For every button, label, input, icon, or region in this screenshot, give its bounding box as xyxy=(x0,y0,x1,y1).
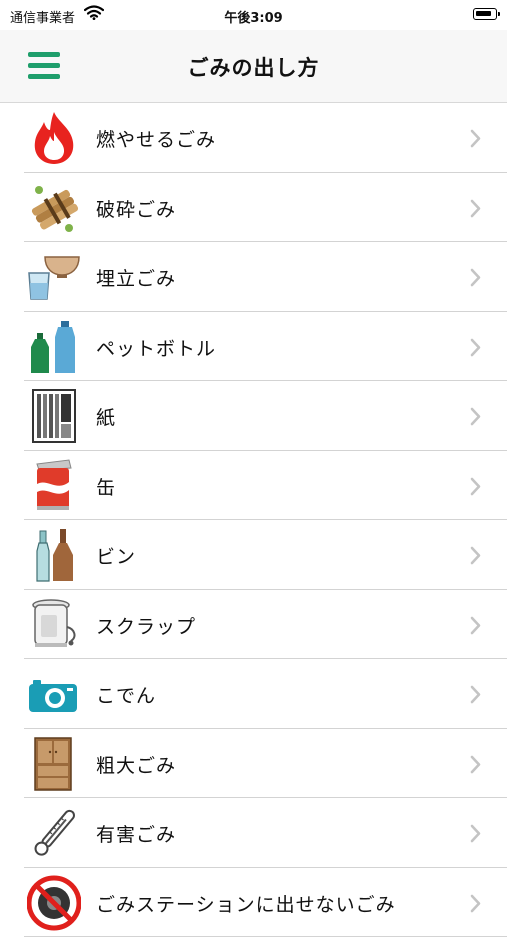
list-item-paper[interactable]: 紙 xyxy=(0,381,507,451)
list-item-burnable[interactable]: 燃やせるごみ xyxy=(0,103,507,173)
list-item-crushable[interactable]: 破砕ごみ xyxy=(0,173,507,243)
list-item-small-appliance[interactable]: こでん xyxy=(0,659,507,729)
pet-bottles-icon xyxy=(27,319,81,375)
thermometer-icon xyxy=(27,805,81,861)
list-item-scrap[interactable]: スクラップ xyxy=(0,590,507,660)
item-label: ペットボトル xyxy=(96,334,216,361)
item-label: 燃やせるごみ xyxy=(96,125,216,152)
chevron-right-icon xyxy=(470,268,481,287)
item-label: 缶 xyxy=(96,473,116,500)
item-label: 紙 xyxy=(96,403,116,430)
chevron-right-icon xyxy=(470,755,481,774)
chevron-right-icon xyxy=(470,685,481,704)
newspaper-icon xyxy=(27,388,81,444)
firewood-bundle-icon xyxy=(27,180,81,236)
glass-bottles-icon xyxy=(27,527,81,583)
electric-pot-icon xyxy=(27,597,81,653)
item-label: ビン xyxy=(96,542,136,569)
page-title: ごみの出し方 xyxy=(0,52,507,82)
item-label: 有害ごみ xyxy=(96,820,176,847)
list-item-glass-bottle[interactable]: ビン xyxy=(0,520,507,590)
chevron-right-icon xyxy=(470,616,481,635)
cabinet-icon xyxy=(27,736,81,792)
chevron-right-icon xyxy=(470,129,481,148)
item-label: こでん xyxy=(96,681,156,708)
battery-icon xyxy=(473,8,497,20)
chevron-right-icon xyxy=(470,338,481,357)
prohibited-tire-icon xyxy=(27,875,81,931)
item-label: 粗大ごみ xyxy=(96,751,176,778)
list-item-can[interactable]: 缶 xyxy=(0,451,507,521)
item-label: ごみステーションに出せないごみ xyxy=(96,890,396,917)
list-item-oversized[interactable]: 粗大ごみ xyxy=(0,729,507,799)
can-icon xyxy=(27,458,81,514)
list-item-not-accepted[interactable]: ごみステーションに出せないごみ xyxy=(0,868,507,937)
status-bar: 通信事業者 午後3:09 xyxy=(0,0,507,30)
fire-icon xyxy=(27,110,81,166)
list-item-landfill[interactable]: 埋立ごみ xyxy=(0,242,507,312)
item-label: 破砕ごみ xyxy=(96,195,176,222)
chevron-right-icon xyxy=(470,199,481,218)
list-item-pet-bottle[interactable]: ペットボトル xyxy=(0,312,507,382)
chevron-right-icon xyxy=(470,824,481,843)
camera-icon xyxy=(27,666,81,722)
chevron-right-icon xyxy=(470,477,481,496)
list-item-hazardous[interactable]: 有害ごみ xyxy=(0,798,507,868)
chevron-right-icon xyxy=(470,894,481,913)
clock: 午後3:09 xyxy=(0,7,507,26)
chevron-right-icon xyxy=(470,407,481,426)
item-label: スクラップ xyxy=(96,612,196,639)
chevron-right-icon xyxy=(470,546,481,565)
garbage-category-list: 燃やせるごみ 破砕ごみ 埋立ごみ xyxy=(0,103,507,937)
bowl-and-glass-icon xyxy=(27,249,81,305)
item-label: 埋立ごみ xyxy=(96,264,176,291)
navigation-bar: ごみの出し方 xyxy=(0,30,507,103)
